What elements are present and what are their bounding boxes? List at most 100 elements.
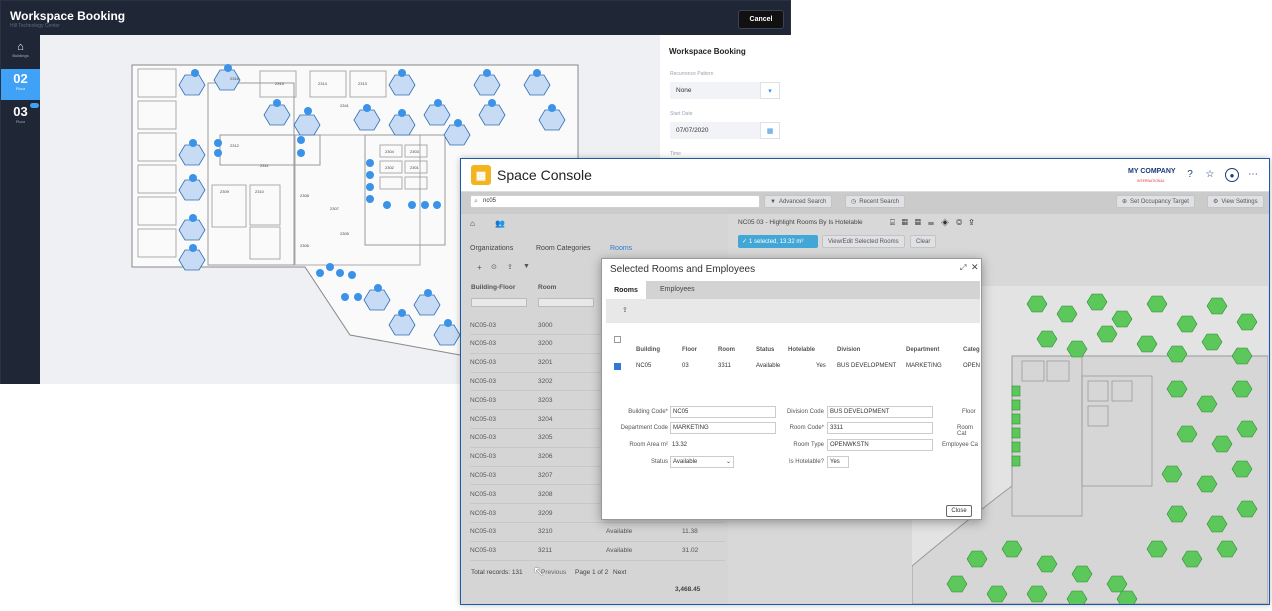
app-logo-icon: ▦ xyxy=(471,165,491,185)
sidebar-item-floor-02[interactable]: 02 Floor xyxy=(1,69,40,100)
chevron-down-icon: ⌄ xyxy=(725,459,731,465)
favorite-icon[interactable]: ☆ xyxy=(1203,168,1217,182)
console-header: ▦ Space Console MY COMPANY INTERNATIONAL… xyxy=(461,159,1269,192)
room-label: 2304 xyxy=(385,149,395,154)
tab-room-categories[interactable]: Room Categories xyxy=(536,245,590,252)
col-building[interactable]: Building xyxy=(636,347,660,353)
start-date-field[interactable]: 07/07/2020 ▦ xyxy=(670,122,780,139)
recent-search-button[interactable]: ◷ Recent Search xyxy=(845,195,905,208)
search-value: nc05 xyxy=(483,198,497,204)
target-icon: ⊕ xyxy=(1122,199,1128,205)
cell-building-floor: NC05-03 xyxy=(470,377,497,385)
employees-icon[interactable]: 👥 xyxy=(495,219,505,228)
col-division[interactable]: Division xyxy=(837,347,860,353)
col-floor[interactable]: Floor xyxy=(682,347,697,353)
export-icon[interactable]: ⇪ xyxy=(622,306,628,314)
mouse-cursor-icon: ↖ xyxy=(533,563,545,579)
table-row[interactable]: NC05-03 3211 Available 31.02 xyxy=(470,542,725,561)
clock-icon: ◷ xyxy=(851,199,857,205)
more-icon[interactable]: ⋯ xyxy=(1246,168,1260,182)
hotelable-room-hex[interactable] xyxy=(1086,293,1108,311)
workspace-header: Workspace Booking Hill Technology Center… xyxy=(1,1,790,35)
close-icon[interactable]: ✕ xyxy=(971,262,979,273)
room-type-label: Room Type xyxy=(793,442,824,448)
map-toolbar-icons[interactable]: ⌸▦▦☰◈◎⇪ xyxy=(890,218,981,228)
sidebar-item-buildings[interactable]: ⌂ Buildings xyxy=(1,41,40,58)
division-code-field[interactable]: BUS DEVELOPMENT xyxy=(827,406,933,418)
hotelable-room-hex[interactable] xyxy=(1146,295,1168,313)
cell-building-floor: NC05-03 xyxy=(470,490,497,498)
expand-icon[interactable]: ⤢ xyxy=(960,263,966,273)
hotelable-room-hex[interactable] xyxy=(1236,313,1258,331)
tab-organizations[interactable]: Organizations xyxy=(470,245,513,252)
hotelable-room-hex[interactable] xyxy=(1176,315,1198,333)
col-hotelable[interactable]: Hotelable xyxy=(788,347,815,353)
sidebar-item-label: Floor xyxy=(15,119,26,124)
time-label: Time xyxy=(670,151,681,157)
room-label: 2301 xyxy=(410,165,420,170)
start-date-value: 07/07/2020 xyxy=(676,127,709,134)
col-building-floor[interactable]: Building-Floor xyxy=(471,284,515,291)
cell-building-floor: NC05-03 xyxy=(470,340,497,348)
hotelable-room-hex[interactable] xyxy=(1096,325,1118,343)
clear-button[interactable]: Clear xyxy=(910,235,937,248)
search-input[interactable]: ⌕ nc05 xyxy=(470,195,760,208)
status-label: Status xyxy=(650,459,668,465)
advanced-search-button[interactable]: ▼ Advanced Search xyxy=(764,195,833,208)
calendar-icon[interactable]: ▦ xyxy=(760,122,780,139)
room-label: 2316 xyxy=(230,76,240,81)
export-icon[interactable]: ⇪ xyxy=(507,263,513,271)
start-date-label: Start Date xyxy=(670,111,693,117)
room-code-field[interactable]: 3311 xyxy=(827,422,933,434)
help-icon[interactable]: ? xyxy=(1183,168,1197,182)
select-all-checkbox[interactable] xyxy=(614,336,621,343)
target-icon[interactable]: ⊙ xyxy=(491,263,497,271)
tab-rooms[interactable]: Rooms xyxy=(610,245,632,252)
hotelable-room-hex[interactable] xyxy=(1036,330,1058,348)
tab-employees[interactable]: Employees xyxy=(654,281,695,299)
cancel-button[interactable]: Cancel xyxy=(738,10,784,29)
col-room[interactable]: Room xyxy=(718,347,735,353)
user-avatar-icon[interactable]: ● xyxy=(1225,168,1239,182)
hotelable-room-hex[interactable] xyxy=(1056,305,1078,323)
view-settings-button[interactable]: ⚙ View Settings xyxy=(1207,195,1264,208)
hotelable-room-hex[interactable] xyxy=(1206,297,1228,315)
status-select[interactable]: Available ⌄ xyxy=(670,456,734,468)
chevron-down-icon[interactable]: ▾ xyxy=(760,82,780,99)
settings-icon: ⚙ xyxy=(1213,199,1219,205)
total-records: Total records: 131 xyxy=(471,569,523,576)
tab-rooms[interactable]: Rooms xyxy=(606,281,646,299)
cell-building-floor: NC05-03 xyxy=(470,509,497,517)
hotelable-select[interactable]: Yes xyxy=(827,456,849,468)
col-room[interactable]: Room xyxy=(538,284,556,291)
hotelable-room-hex[interactable] xyxy=(1201,333,1223,351)
col-department[interactable]: Department xyxy=(906,347,939,353)
close-button[interactable]: Close xyxy=(946,505,972,517)
recurrence-select[interactable]: None ▾ xyxy=(670,82,780,99)
row-checkbox[interactable] xyxy=(614,363,621,370)
hotelable-room-hex[interactable] xyxy=(1111,310,1133,328)
next-button[interactable]: Next xyxy=(613,569,626,576)
room-label: 2307 xyxy=(330,206,340,211)
add-icon[interactable]: + xyxy=(477,263,482,272)
room-type-field[interactable]: OPENWKSTN xyxy=(827,439,933,451)
sidebar-item-floor-03[interactable]: 03 Floor xyxy=(1,103,40,124)
page-indicator: Page 1 of 2 xyxy=(575,569,609,576)
check-icon: ✓ xyxy=(742,239,748,245)
building-tree-icon[interactable]: ⌂ xyxy=(470,219,475,228)
col-status[interactable]: Status xyxy=(756,347,774,353)
filter-icon[interactable]: ▼ xyxy=(523,263,530,270)
room-label: 2313 xyxy=(358,81,368,86)
room-label: 2341 xyxy=(340,103,350,108)
room-filter-input[interactable] xyxy=(538,298,594,307)
set-occupancy-button[interactable]: ⊕ Set Occupancy Target xyxy=(1116,195,1195,208)
hotelable-room-hex[interactable] xyxy=(1136,335,1158,353)
hotelable-room-hex[interactable] xyxy=(1026,295,1048,313)
building-floor-filter-input[interactable] xyxy=(471,298,527,307)
floor-sidebar: ⌂ Buildings 02 Floor 03 Floor xyxy=(1,35,40,384)
table-row[interactable]: NC05-03 3210 Available 11.38 xyxy=(470,523,725,542)
col-category[interactable]: Categ xyxy=(963,347,980,353)
room-code-label: Room Code* xyxy=(789,425,824,431)
view-edit-selected-button[interactable]: View/Edit Selected Rooms xyxy=(822,235,905,248)
hotelable-room-hex[interactable] xyxy=(1066,340,1088,358)
